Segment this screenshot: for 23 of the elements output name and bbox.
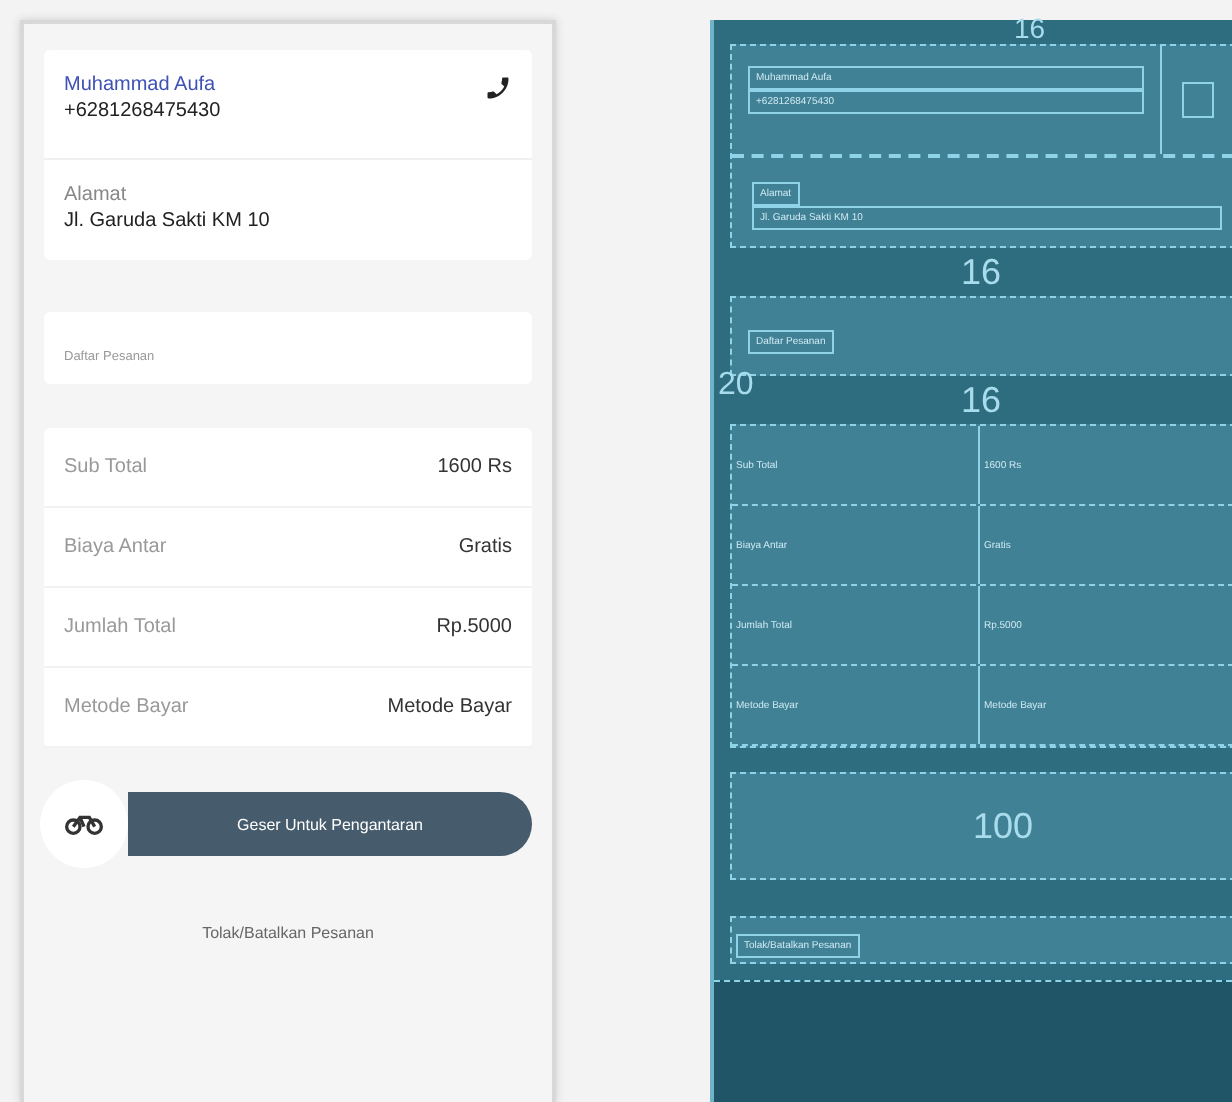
margin-label: 16	[960, 254, 1002, 290]
reject-link[interactable]: Tolak/Batalkan Pesanan	[202, 924, 374, 942]
summary-value: Gratis	[458, 536, 512, 558]
blueprint-icon-placeholder	[1182, 82, 1214, 118]
summary-label: Sub Total	[64, 456, 148, 478]
swipe-bar: Geser Untuk Pengantaran	[128, 792, 532, 856]
slider-knob[interactable]	[40, 780, 128, 868]
margin-label: 16	[960, 382, 1002, 418]
summary-value: 1600 Rs	[437, 456, 512, 478]
summary-value: Metode Bayar	[387, 696, 512, 718]
address-label: Alamat	[64, 184, 129, 206]
margin-label: 20	[718, 368, 754, 404]
summary-value: Rp.5000	[436, 616, 512, 638]
phone-icon[interactable]	[484, 74, 512, 102]
summary-label: Metode Bayar	[64, 696, 189, 718]
address-value: Jl. Garuda Sakti KM 10	[64, 210, 272, 232]
summary-label: Biaya Antar	[64, 536, 167, 558]
summary-label: Jumlah Total	[64, 616, 176, 638]
margin-label: 16	[1014, 14, 1046, 42]
phone-number: +6281268475430	[64, 100, 221, 122]
motorbike-icon	[64, 812, 104, 836]
margin-label: 100	[972, 808, 1034, 844]
customer-name: Muhammad Aufa	[64, 74, 218, 96]
